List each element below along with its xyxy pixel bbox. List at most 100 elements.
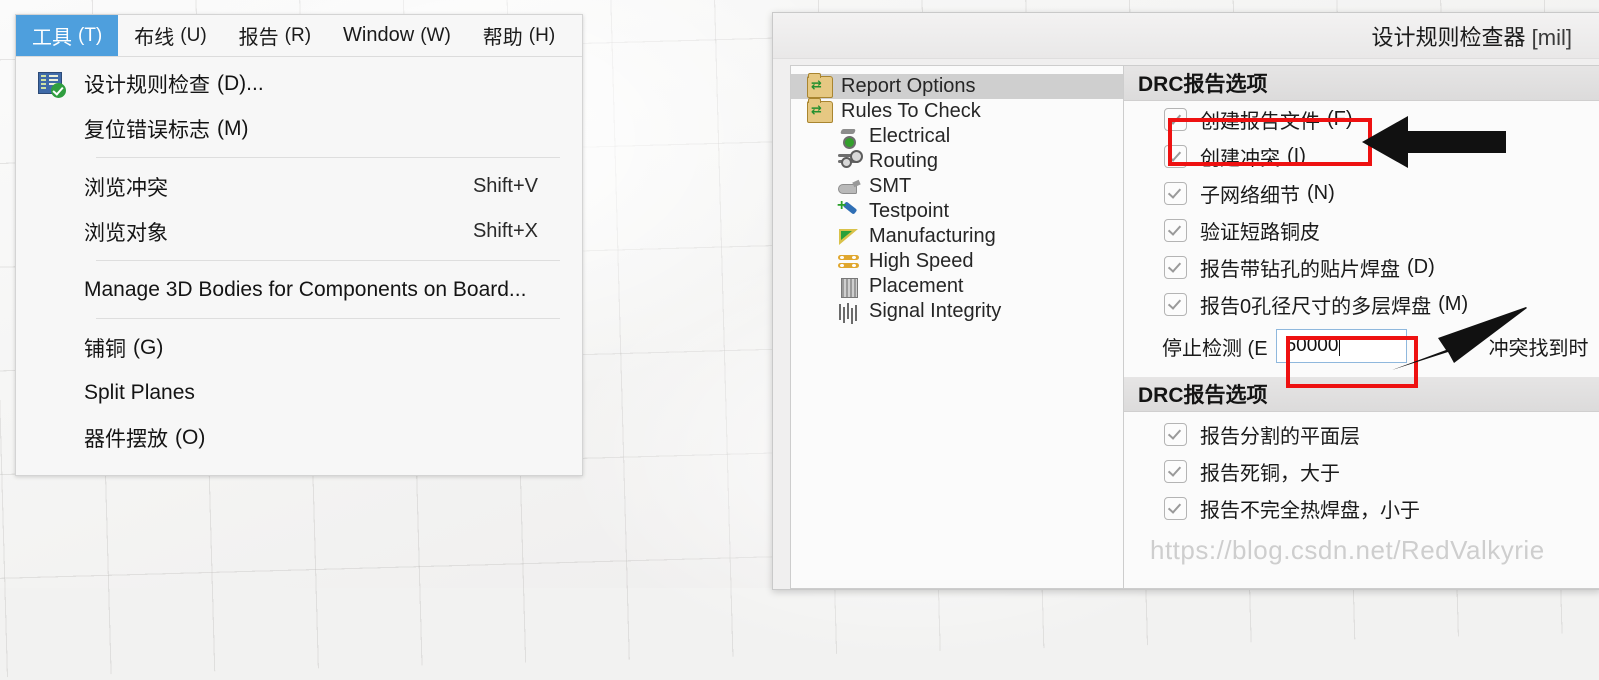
stop-detection-input-value: 50000	[1285, 335, 1339, 356]
menu-item-browse-violations-label: 浏览冲突	[84, 176, 168, 200]
option-report-drilled-smt-pads-label: 报告带钻孔的贴片焊盘	[1200, 259, 1400, 281]
folder-icon	[807, 72, 833, 98]
option-report-split-plane-layers[interactable]: 报告分割的平面层	[1124, 416, 1599, 453]
testpoint-icon	[837, 197, 861, 222]
tree-item-routing[interactable]: Routing	[791, 149, 1123, 174]
option-report-drilled-smt-pads-key: (D)	[1407, 256, 1435, 278]
folder-icon	[807, 97, 833, 123]
option-report-incomplete-thermal-pads[interactable]: 报告不完全热焊盘，小于	[1124, 490, 1599, 527]
dialog-titlebar: 设计规则检查器 [mil]	[773, 13, 1599, 59]
menu-item-browse-violations[interactable]: 浏览冲突 Shift+V	[16, 164, 582, 209]
tree-item-placement[interactable]: Placement	[791, 274, 1123, 299]
menu-tab-tools-accesskey: (T)	[78, 24, 103, 46]
tree-item-signal-integrity-label: Signal Integrity	[869, 300, 1002, 322]
option-report-zero-hole-multilayer-pads-key: (M)	[1438, 293, 1469, 315]
menu-tab-window[interactable]: Window (W)	[327, 15, 467, 56]
placement-icon	[837, 277, 861, 298]
report-options-panel: DRC报告选项 创建报告文件 (F) 创建冲突 (I) 子网络细节 (N) 验证…	[1123, 65, 1599, 589]
menu-tab-tools[interactable]: 工具 (T)	[16, 15, 119, 56]
menu-tab-reports-accesskey: (R)	[284, 24, 312, 46]
stop-detection-input[interactable]: 50000	[1275, 329, 1407, 363]
menu-tab-reports-label: 报告	[238, 27, 279, 49]
option-sub-net-details[interactable]: 子网络细节 (N)	[1124, 175, 1599, 212]
routing-icon	[837, 152, 861, 172]
menu-tab-reports[interactable]: 报告 (R)	[223, 15, 327, 56]
tree-item-report-options[interactable]: Report Options	[791, 72, 1123, 99]
menu-item-design-rule-check[interactable]: 设计规则检查 (D)...	[16, 61, 582, 106]
checkbox-sub-net-details[interactable]	[1164, 182, 1187, 205]
stop-detection-prefix-label: 停止检测 (E	[1162, 337, 1268, 360]
dialog-title-text: 设计规则检查器	[1371, 24, 1526, 50]
option-create-report-file[interactable]: 创建报告文件 (F)	[1124, 101, 1599, 138]
option-create-violations[interactable]: 创建冲突 (I)	[1124, 138, 1599, 175]
electrical-icon	[837, 127, 861, 149]
menubar: 工具 (T) 布线 (U) 报告 (R) Window (W) 帮助 (H)	[16, 15, 582, 57]
option-verify-shorting-copper[interactable]: 验证短路铜皮	[1124, 212, 1599, 249]
tree-item-placement-label: Placement	[869, 275, 964, 297]
menu-tab-help-label: 帮助	[482, 27, 523, 49]
tree-item-manufacturing-label: Manufacturing	[869, 225, 996, 247]
dialog-title-unit: [mil]	[1531, 24, 1572, 50]
checkbox-report-dead-copper[interactable]	[1164, 460, 1187, 483]
checkbox-report-drilled-smt-pads[interactable]	[1164, 256, 1187, 279]
menu-item-manage-3d-bodies-label: Manage 3D Bodies for Components on Board…	[84, 277, 527, 301]
design-rule-checker-dialog: 设计规则检查器 [mil] Report Options Rules To Ch…	[772, 12, 1599, 590]
tree-item-smt[interactable]: SMT	[791, 174, 1123, 199]
tree-item-manufacturing[interactable]: Manufacturing	[791, 224, 1123, 249]
tree-item-testpoint[interactable]: Testpoint	[791, 197, 1123, 224]
tree-item-smt-label: SMT	[869, 175, 912, 197]
option-sub-net-details-label: 子网络细节	[1200, 185, 1300, 207]
tree-item-electrical[interactable]: Electrical	[791, 124, 1123, 149]
menu-item-component-placement[interactable]: 器件摆放 (O)	[16, 415, 582, 460]
menu-item-manage-3d-bodies[interactable]: Manage 3D Bodies for Components on Board…	[16, 267, 582, 312]
menu-item-reset-error-markers-key: (M)	[217, 116, 249, 140]
tools-menu-list: 设计规则检查 (D)... 复位错误标志 (M) 浏览冲突 Shift+V 浏览…	[16, 57, 582, 460]
tools-menu-window: 工具 (T) 布线 (U) 报告 (R) Window (W) 帮助 (H) 设…	[15, 14, 583, 476]
menu-item-polygon-pour[interactable]: 铺铜 (G)	[16, 325, 582, 370]
tree-item-signal-integrity[interactable]: Signal Integrity	[791, 299, 1123, 324]
section-header-drc-report-options-1: DRC报告选项	[1124, 66, 1599, 101]
menu-item-split-planes[interactable]: Split Planes	[16, 370, 582, 415]
menu-item-browse-objects-accel: Shift+X	[472, 220, 538, 242]
checkbox-report-incomplete-thermal-pads[interactable]	[1164, 497, 1187, 520]
option-create-violations-key: (I)	[1287, 145, 1306, 167]
signal-integrity-icon	[837, 302, 861, 322]
menu-tab-route[interactable]: 布线 (U)	[118, 15, 222, 56]
checkbox-create-report-file[interactable]	[1164, 108, 1187, 131]
menu-item-browse-objects[interactable]: 浏览对象 Shift+X	[16, 209, 582, 254]
tree-item-high-speed[interactable]: High Speed	[791, 249, 1123, 274]
menu-item-reset-error-markers[interactable]: 复位错误标志 (M)	[16, 106, 582, 151]
menu-item-polygon-pour-key: (G)	[133, 335, 164, 359]
tree-item-high-speed-label: High Speed	[869, 250, 974, 272]
dialog-body: Report Options Rules To Check Electrical…	[790, 65, 1599, 589]
checkbox-verify-shorting-copper[interactable]	[1164, 219, 1187, 242]
menu-tab-help[interactable]: 帮助 (H)	[467, 15, 571, 56]
option-report-dead-copper-label: 报告死铜，大于	[1200, 463, 1340, 485]
tree-item-report-options-label: Report Options	[841, 75, 976, 97]
menu-item-split-planes-label: Split Planes	[84, 380, 195, 404]
text-caret	[1339, 336, 1341, 356]
tree-item-electrical-label: Electrical	[869, 125, 951, 147]
menu-tab-help-accesskey: (H)	[528, 24, 556, 46]
tree-item-rules-to-check[interactable]: Rules To Check	[791, 97, 1123, 124]
menu-separator-2	[96, 260, 560, 261]
option-stop-detection-row: 停止检测 (E 50000 冲突找到时	[1124, 323, 1599, 369]
option-report-dead-copper[interactable]: 报告死铜，大于	[1124, 453, 1599, 490]
option-report-drilled-smt-pads[interactable]: 报告带钻孔的贴片焊盘 (D)	[1124, 249, 1599, 286]
rules-tree[interactable]: Report Options Rules To Check Electrical…	[790, 65, 1123, 589]
menu-tab-window-label: Window	[343, 24, 415, 46]
menu-separator-1	[96, 157, 560, 158]
menu-item-component-placement-label: 器件摆放	[84, 427, 168, 451]
option-sub-net-details-key: (N)	[1307, 182, 1335, 204]
menu-tab-tools-label: 工具	[32, 27, 72, 49]
checkbox-create-violations[interactable]	[1164, 145, 1187, 168]
stop-detection-suffix-label: 冲突找到时	[1488, 337, 1589, 360]
section-header-drc-report-options-2: DRC报告选项	[1124, 377, 1599, 412]
watermark: https://blog.csdn.net/RedValkyrie	[1150, 535, 1545, 565]
menu-item-reset-error-markers-label: 复位错误标志	[84, 118, 210, 142]
option-report-zero-hole-multilayer-pads-label: 报告0孔径尺寸的多层焊盘	[1200, 296, 1432, 318]
option-report-split-plane-layers-label: 报告分割的平面层	[1200, 426, 1360, 448]
checkbox-report-split-plane-layers[interactable]	[1164, 423, 1187, 446]
option-report-zero-hole-multilayer-pads[interactable]: 报告0孔径尺寸的多层焊盘 (M)	[1124, 286, 1599, 323]
checkbox-report-zero-hole-multilayer-pads[interactable]	[1164, 293, 1187, 316]
